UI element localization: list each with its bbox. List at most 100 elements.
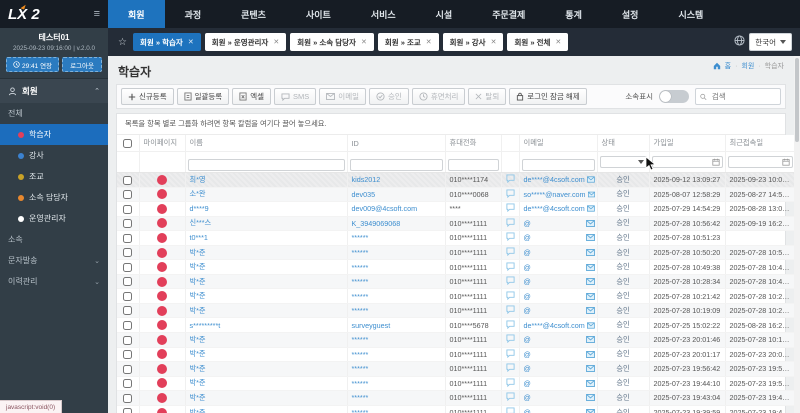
chat-bubble-icon[interactable]: [505, 247, 515, 257]
filter-phone-input[interactable]: [447, 158, 499, 171]
mypage-avatar-icon[interactable]: [157, 291, 167, 302]
row-checkbox[interactable]: [123, 219, 133, 229]
member-name-link[interactable]: t0***1: [190, 233, 208, 242]
table-row[interactable]: 박*준 ****** 010****1111 @ 승인 2025-07-28 1…: [117, 274, 796, 290]
col-email[interactable]: 이메일: [519, 135, 598, 152]
로그인 잠금 해제-button[interactable]: 로그인 잠금 해제: [509, 88, 587, 105]
col-id[interactable]: ID: [347, 135, 446, 152]
nav-item-통계[interactable]: 통계: [545, 0, 602, 28]
row-checkbox[interactable]: [123, 393, 133, 403]
row-checkbox[interactable]: [123, 248, 133, 258]
mypage-avatar-icon[interactable]: [157, 276, 167, 287]
mail-icon[interactable]: [585, 278, 595, 286]
member-id-link[interactable]: ******: [352, 364, 369, 373]
table-row[interactable]: s*********t surveyguest 010****5678 de**…: [117, 317, 796, 334]
member-id-link[interactable]: ******: [352, 335, 369, 344]
mypage-avatar-icon[interactable]: [157, 262, 167, 273]
breadcrumb-section[interactable]: 회원: [741, 61, 754, 71]
chat-bubble-icon[interactable]: [505, 291, 515, 300]
member-email-link[interactable]: @: [524, 292, 531, 301]
mypage-avatar-icon[interactable]: [157, 334, 167, 345]
member-email-link[interactable]: @: [524, 350, 531, 359]
sidebar-item-전체[interactable]: 전체: [0, 103, 108, 124]
member-id-link[interactable]: ******: [352, 393, 369, 402]
member-email-link[interactable]: @: [524, 335, 531, 344]
member-email-link[interactable]: @: [524, 408, 531, 413]
member-email-link[interactable]: @: [524, 277, 531, 286]
tab-close-icon[interactable]: ✕: [555, 38, 561, 46]
row-checkbox[interactable]: [123, 233, 133, 243]
sidebar-item-소속 담당자[interactable]: 소속 담당자: [0, 187, 108, 208]
filter-joined-datepicker[interactable]: [651, 156, 723, 168]
tab-close-icon[interactable]: ✕: [273, 38, 279, 46]
member-id-link[interactable]: ******: [352, 306, 369, 315]
sidebar-item-이력관리[interactable]: 이력관리 ⌄: [0, 271, 108, 292]
table-row[interactable]: 박*준 ****** 010****1111 @ 승인 2025-07-23 1…: [117, 405, 796, 413]
member-id-link[interactable]: ******: [352, 233, 369, 242]
mypage-avatar-icon[interactable]: [157, 247, 167, 258]
mail-icon[interactable]: [587, 191, 595, 198]
sidebar-item-운영관리자[interactable]: 운영관리자: [0, 208, 108, 229]
member-name-link[interactable]: 박*준: [190, 306, 206, 315]
nav-item-설정[interactable]: 설정: [602, 0, 659, 28]
member-name-link[interactable]: 박*준: [190, 335, 206, 344]
member-name-link[interactable]: 박*준: [190, 393, 206, 402]
mail-icon[interactable]: [585, 379, 595, 387]
member-email-link[interactable]: de****@4csoft.com: [524, 175, 585, 184]
row-checkbox[interactable]: [123, 291, 133, 301]
mail-icon[interactable]: [585, 219, 595, 227]
table-row[interactable]: 신***스 K_3949069068 010****1111 @ 승인 2025…: [117, 216, 796, 232]
mypage-avatar-icon[interactable]: [157, 393, 167, 404]
filter-last-access-datepicker[interactable]: [727, 156, 793, 168]
member-name-link[interactable]: 박*준: [190, 408, 206, 413]
nav-item-회원[interactable]: 회원: [108, 0, 165, 28]
mail-icon[interactable]: [585, 350, 595, 358]
tab-회원 » 강사[interactable]: 회원 » 강사 ✕: [442, 33, 504, 51]
nav-item-주문결제[interactable]: 주문결제: [472, 0, 545, 28]
tab-회원 » 운영관리자[interactable]: 회원 » 운영관리자 ✕: [204, 33, 287, 51]
mypage-avatar-icon[interactable]: [157, 407, 167, 413]
nav-item-사이트[interactable]: 사이트: [286, 0, 351, 28]
row-checkbox[interactable]: [123, 190, 133, 200]
chat-bubble-icon[interactable]: [505, 392, 515, 402]
nav-item-과정[interactable]: 과정: [165, 0, 222, 28]
member-id-link[interactable]: ******: [352, 408, 369, 413]
tab-회원 » 학습자[interactable]: 회원 » 학습자 ✕: [132, 33, 201, 51]
member-id-link[interactable]: ******: [352, 379, 369, 388]
table-row[interactable]: 소*완 dev035 010****0068 so*****@naver.com…: [117, 187, 796, 203]
member-email-link[interactable]: @: [524, 219, 531, 228]
table-row[interactable]: 박*준 ****** 010****1111 @ 승인 2025-07-23 1…: [117, 376, 796, 392]
mypage-avatar-icon[interactable]: [157, 320, 167, 331]
mail-icon[interactable]: [585, 336, 595, 344]
member-name-link[interactable]: 박*준: [190, 262, 206, 271]
tab-회원 » 조교[interactable]: 회원 » 조교 ✕: [377, 33, 439, 51]
chat-bubble-icon[interactable]: [505, 276, 515, 286]
member-name-link[interactable]: 박*준: [190, 291, 206, 300]
mail-icon[interactable]: [585, 292, 595, 300]
mail-icon[interactable]: [585, 394, 595, 402]
이메일-button[interactable]: 이메일: [319, 88, 366, 105]
nav-item-콘텐츠[interactable]: 콘텐츠: [221, 0, 286, 28]
chat-bubble-icon[interactable]: [505, 232, 515, 242]
filter-name-input[interactable]: [187, 158, 345, 171]
chat-bubble-icon[interactable]: [505, 218, 515, 228]
mail-icon[interactable]: [585, 365, 595, 373]
member-email-link[interactable]: de****@4csoft.com: [524, 321, 585, 330]
승인-button[interactable]: 승인: [369, 88, 409, 105]
엑셀-button[interactable]: 엑셀: [232, 88, 272, 105]
session-extend-button[interactable]: 29:41 연장: [6, 57, 60, 72]
nav-item-서비스[interactable]: 서비스: [351, 0, 416, 28]
member-email-link[interactable]: @: [524, 306, 531, 315]
mail-icon[interactable]: [585, 234, 595, 242]
favorite-star-icon[interactable]: ☆: [116, 37, 129, 48]
member-id-link[interactable]: ******: [352, 263, 369, 272]
scrollbar-thumb[interactable]: [795, 58, 799, 142]
table-row[interactable]: 최*영 kids2012 010****1174 de****@4csoft.c…: [117, 172, 796, 188]
member-name-link[interactable]: 박*준: [190, 248, 206, 257]
chat-bubble-icon[interactable]: [505, 363, 515, 373]
member-id-link[interactable]: dev035: [352, 190, 376, 199]
row-checkbox[interactable]: [123, 321, 133, 331]
mail-icon[interactable]: [585, 409, 595, 413]
member-id-link[interactable]: dev009@4csoft.com: [352, 204, 418, 213]
member-email-link[interactable]: @: [524, 379, 531, 388]
